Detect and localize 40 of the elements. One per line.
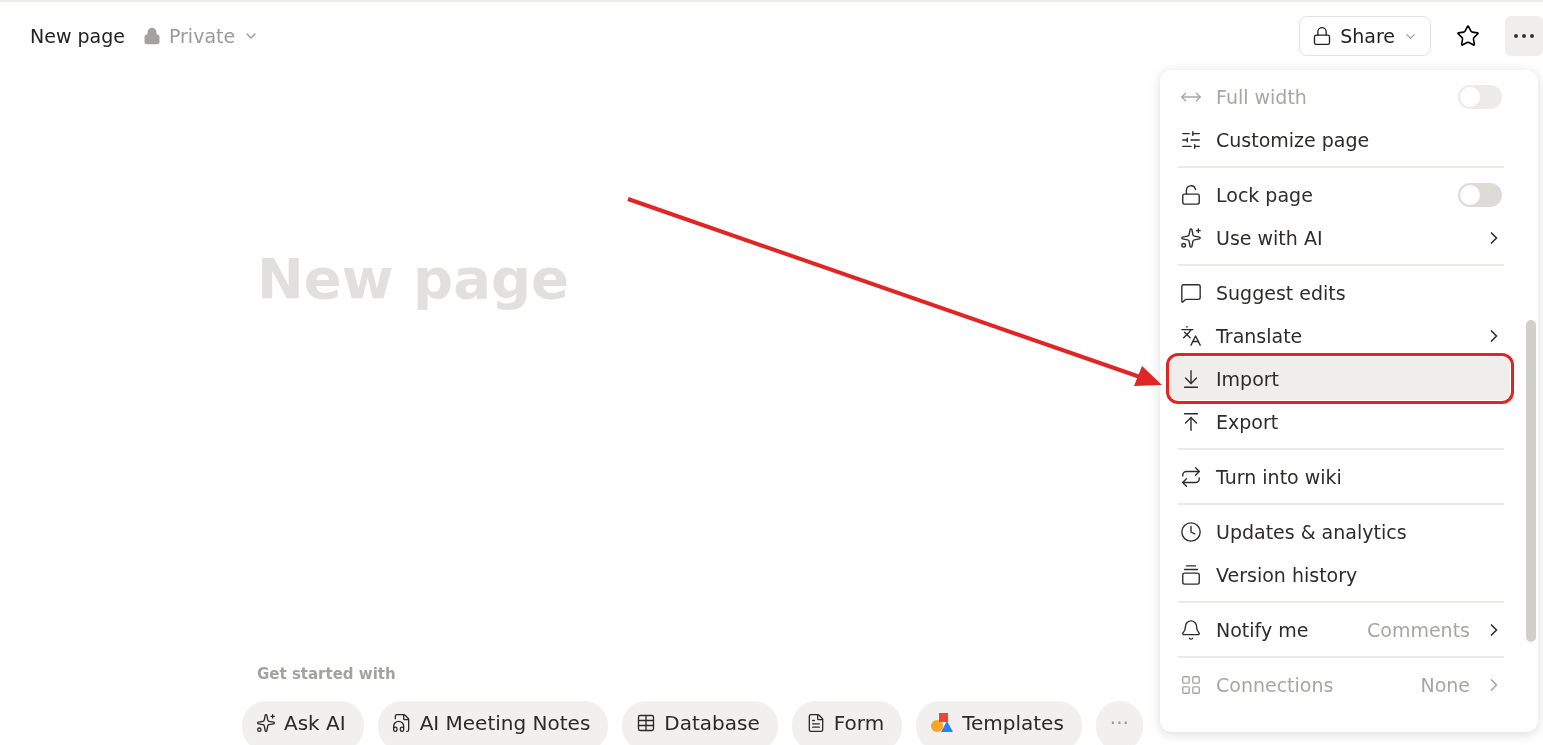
- menu-item[interactable]: Use with AI: [1170, 216, 1510, 259]
- star-icon: [1456, 24, 1480, 48]
- starter-chip[interactable]: Templates: [916, 701, 1082, 745]
- clock-icon: [1180, 520, 1202, 543]
- lock-icon: [142, 27, 161, 45]
- menu-value: None: [1420, 673, 1470, 696]
- menu-item[interactable]: Version history: [1170, 553, 1510, 596]
- translate-icon: [1180, 324, 1202, 347]
- stack-icon: [1180, 563, 1202, 586]
- more-button[interactable]: [1505, 16, 1543, 56]
- toggle-switch[interactable]: [1458, 182, 1502, 207]
- starter-chip[interactable]: Database: [622, 701, 778, 745]
- starter-chip[interactable]: Form: [791, 701, 903, 745]
- bell-icon: [1180, 618, 1202, 641]
- sparkle-icon: [256, 713, 276, 733]
- menu-item[interactable]: Lock page: [1170, 173, 1510, 216]
- starter-chip[interactable]: Ask AI: [242, 701, 364, 745]
- sparkle-icon: [1180, 226, 1202, 249]
- menu-item[interactable]: Suggest edits: [1170, 271, 1510, 314]
- grid-icon: [1180, 673, 1202, 696]
- section-heading: Get started with: [257, 665, 397, 683]
- menu-item[interactable]: Translate: [1170, 314, 1510, 357]
- unlock-icon: [1180, 183, 1202, 206]
- menu-item[interactable]: Updates & analytics: [1170, 510, 1510, 553]
- share-button[interactable]: Share: [1299, 16, 1431, 56]
- menu-item[interactable]: Turn into wiki: [1170, 455, 1510, 498]
- menu-item[interactable]: Export: [1170, 400, 1510, 443]
- starter-chip[interactable]: AI Meeting Notes: [377, 701, 609, 745]
- ellipsis-icon: [1514, 34, 1534, 38]
- breadcrumb[interactable]: New page: [30, 25, 125, 47]
- menu-item[interactable]: Notify me Comments: [1170, 608, 1510, 651]
- menu-item[interactable]: Customize page: [1170, 118, 1510, 161]
- shapes-icon: [930, 712, 955, 734]
- sliders-icon: [1180, 128, 1202, 151]
- speech-bubble-icon: [1180, 281, 1202, 304]
- lock-icon: [1312, 26, 1333, 46]
- table-icon: [636, 713, 657, 733]
- menu-value: Comments: [1367, 618, 1470, 641]
- scrollbar-thumb[interactable]: [1526, 320, 1536, 642]
- repeat-icon: [1180, 465, 1202, 488]
